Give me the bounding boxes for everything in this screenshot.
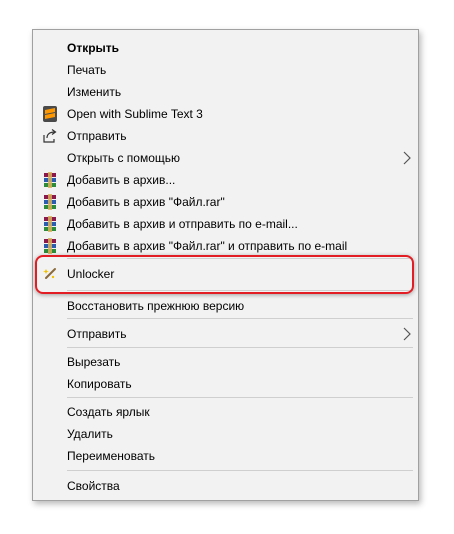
menu-item-share[interactable]: Отправить — [33, 125, 418, 147]
menu-item-label: Добавить в архив "Файл.rar" — [67, 195, 225, 209]
menu-item-create-shortcut[interactable]: Создать ярлык — [33, 401, 418, 423]
menu-item-label: Свойства — [67, 479, 120, 493]
menu-item-label: Восстановить прежнюю версию — [67, 299, 245, 313]
menu-item-label: Open with Sublime Text 3 — [67, 107, 203, 121]
winrar-icon — [42, 194, 58, 210]
menu-item-label: Отправить — [67, 129, 127, 143]
menu-item-add-to-archive-rar-email[interactable]: Добавить в архив "Файл.rar" и отправить … — [33, 235, 418, 257]
menu-item-label: Копировать — [67, 377, 132, 391]
share-icon — [42, 128, 58, 144]
menu-item-label: Добавить в архив и отправить по e-mail..… — [67, 217, 298, 231]
chevron-right-icon — [402, 151, 412, 165]
menu-item-edit[interactable]: Изменить — [33, 81, 418, 103]
menu-item-label: Открыть с помощью — [67, 151, 181, 165]
menu-item-send-to[interactable]: Отправить — [33, 323, 418, 345]
menu-item-label: Добавить в архив "Файл.rar" и отправить … — [67, 239, 348, 253]
menu-item-print[interactable]: Печать — [33, 59, 418, 81]
menu-item-add-to-archive-rar[interactable]: Добавить в архив "Файл.rar" — [33, 191, 418, 213]
menu-item-copy[interactable]: Копировать — [33, 373, 418, 395]
unlocker-highlight-outline — [35, 255, 414, 294]
menu-item-label: Удалить — [67, 427, 113, 441]
menu-separator — [67, 470, 413, 471]
winrar-icon — [42, 238, 58, 254]
menu-item-cut[interactable]: Вырезать — [33, 351, 418, 373]
menu-item-restore-previous-version[interactable]: Восстановить прежнюю версию — [33, 295, 418, 317]
menu-separator — [67, 318, 413, 319]
winrar-icon — [42, 216, 58, 232]
menu-item-properties[interactable]: Свойства — [33, 475, 418, 497]
menu-item-label: Переименовать — [67, 449, 155, 463]
menu-item-delete[interactable]: Удалить — [33, 423, 418, 445]
winrar-icon — [42, 172, 58, 188]
menu-item-label: Изменить — [67, 85, 122, 99]
menu-item-label: Создать ярлык — [67, 405, 150, 419]
chevron-right-icon — [402, 327, 412, 341]
menu-separator — [67, 347, 413, 348]
menu-item-add-to-archive[interactable]: Добавить в архив... — [33, 169, 418, 191]
menu-item-label: Открыть — [67, 41, 120, 55]
menu-item-label: Печать — [67, 63, 107, 77]
menu-item-open-with[interactable]: Открыть с помощью — [33, 147, 418, 169]
menu-item-label: Добавить в архив... — [67, 173, 176, 187]
sublime-text-icon — [42, 106, 58, 122]
menu-item-add-to-archive-email[interactable]: Добавить в архив и отправить по e-mail..… — [33, 213, 418, 235]
menu-item-open-with-sublime[interactable]: Open with Sublime Text 3 — [33, 103, 418, 125]
menu-item-label: Отправить — [67, 327, 127, 341]
menu-item-label: Вырезать — [67, 355, 121, 369]
menu-item-rename[interactable]: Переименовать — [33, 445, 418, 467]
menu-separator — [67, 397, 413, 398]
menu-item-open[interactable]: Открыть — [33, 37, 418, 59]
